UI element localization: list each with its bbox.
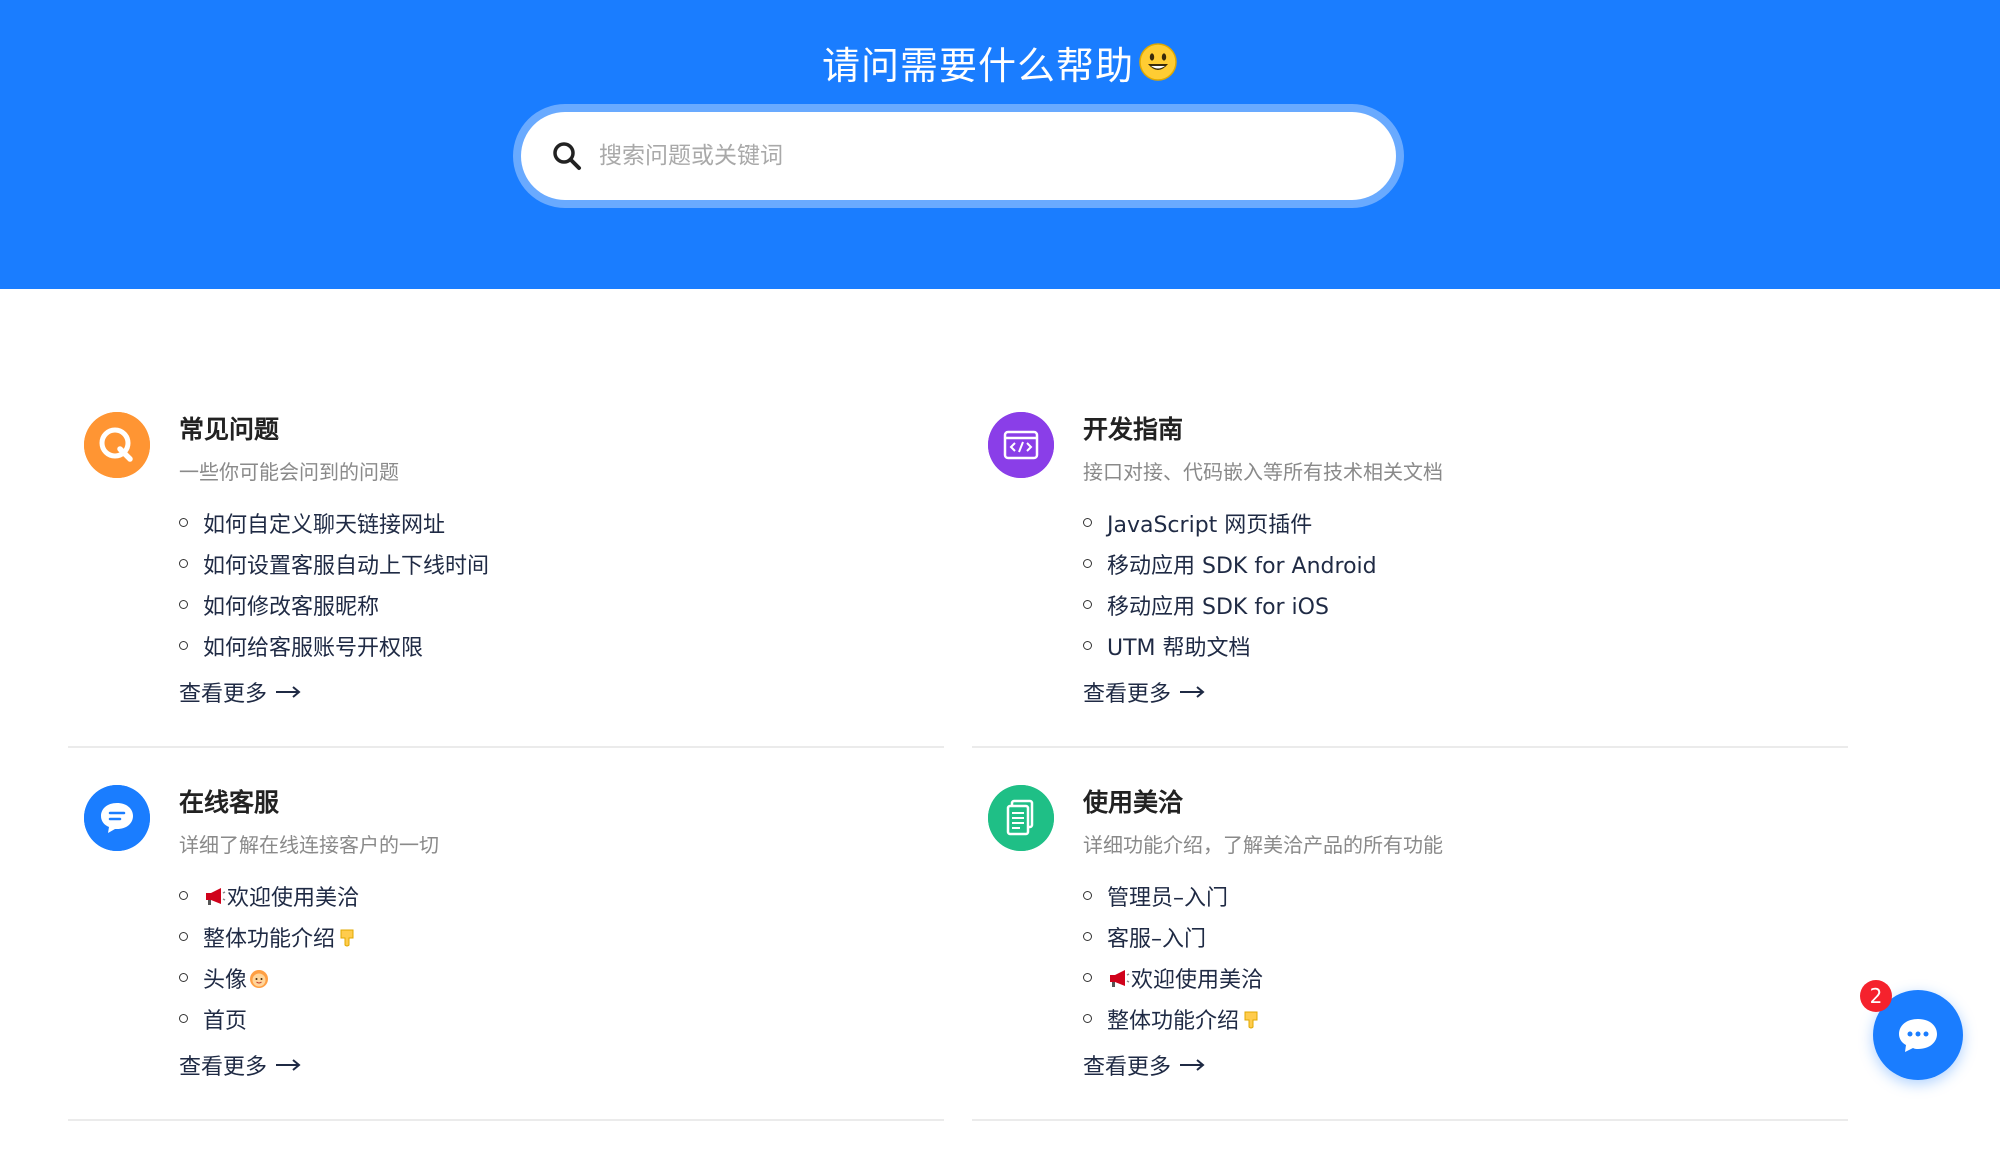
- section-title: 在线客服: [179, 788, 280, 817]
- section-dev-guide: 开发指南 接口对接、代码嵌入等所有技术相关文档 JavaScript 网页插件 …: [972, 412, 1848, 784]
- bullet: [179, 891, 188, 900]
- article-title[interactable]: 欢迎使用美洽: [227, 880, 359, 912]
- section-title: 常见问题: [179, 415, 280, 444]
- bullet: [1083, 600, 1092, 609]
- article-title[interactable]: 如何给客服账号开权限: [203, 630, 423, 662]
- article-list: 如何自定义聊天链接网址 如何设置客服自动上下线时间 如何修改客服昵称 如何给客服…: [179, 502, 489, 666]
- view-more-label[interactable]: 查看更多: [1083, 676, 1171, 708]
- article-title[interactable]: 移动应用 SDK for iOS: [1107, 589, 1329, 621]
- divider: [68, 1119, 944, 1121]
- article-link[interactable]: 头像: [179, 957, 359, 998]
- section-subtitle: 详细功能介绍，了解美洽产品的所有功能: [1083, 833, 1443, 857]
- bullet: [179, 600, 188, 609]
- article-list: 管理员–入门 客服–入门 欢迎使用美洽 整体功能介绍: [1083, 875, 1263, 1039]
- article-title[interactable]: JavaScript 网页插件: [1107, 507, 1312, 539]
- section-faq: 常见问题 一些你可能会问到的问题 如何自定义聊天链接网址 如何设置客服自动上下线…: [68, 412, 944, 784]
- megaphone-icon: [1110, 969, 1130, 987]
- article-link[interactable]: 如何给客服账号开权限: [179, 625, 489, 666]
- article-link[interactable]: 如何修改客服昵称: [179, 584, 489, 625]
- article-link[interactable]: 欢迎使用美洽: [179, 875, 359, 916]
- article-title[interactable]: 如何自定义聊天链接网址: [203, 507, 445, 539]
- search-bar[interactable]: [521, 112, 1396, 200]
- bullet: [179, 973, 188, 982]
- megaphone-icon: [206, 887, 226, 905]
- article-title[interactable]: 客服–入门: [1107, 921, 1206, 953]
- page-title-text: 请问需要什么帮助: [821, 43, 1134, 88]
- view-more-link[interactable]: 查看更多: [1083, 1049, 1205, 1081]
- view-more-label[interactable]: 查看更多: [179, 1049, 267, 1081]
- arrow-right-icon: [1180, 1059, 1205, 1071]
- article-title[interactable]: 如何设置客服自动上下线时间: [203, 548, 489, 580]
- article-link[interactable]: JavaScript 网页插件: [1083, 502, 1377, 543]
- divider: [972, 1119, 1848, 1121]
- bullet: [179, 641, 188, 650]
- q-bubble-icon: [84, 412, 150, 478]
- article-link[interactable]: 管理员–入门: [1083, 875, 1263, 916]
- bullet: [179, 559, 188, 568]
- divider: [68, 746, 944, 748]
- bullet: [1083, 891, 1092, 900]
- person-emoji-icon: [250, 969, 269, 988]
- pointing-down-icon: [1244, 1011, 1258, 1028]
- view-more-link[interactable]: 查看更多: [179, 676, 301, 708]
- pointing-down-icon: [340, 929, 354, 946]
- view-more-link[interactable]: 查看更多: [1083, 676, 1205, 708]
- code-window-icon: [988, 412, 1054, 478]
- article-title[interactable]: 管理员–入门: [1107, 880, 1228, 912]
- page-title: 请问需要什么帮助: [0, 32, 2000, 92]
- article-title[interactable]: 整体功能介绍: [1107, 1003, 1239, 1035]
- article-link[interactable]: 整体功能介绍: [1083, 998, 1263, 1039]
- section-subtitle: 一些你可能会问到的问题: [179, 460, 399, 484]
- arrow-right-icon: [276, 1059, 301, 1071]
- section-using-meiqia: 使用美洽 详细功能介绍，了解美洽产品的所有功能 管理员–入门 客服–入门 欢迎使…: [972, 785, 1848, 1157]
- article-link[interactable]: 移动应用 SDK for Android: [1083, 543, 1377, 584]
- unread-badge: 2: [1860, 980, 1892, 1012]
- section-online-service: 在线客服 详细了解在线连接客户的一切 欢迎使用美洽 整体功能介绍 头像 首页 查…: [68, 785, 944, 1157]
- article-title[interactable]: 如何修改客服昵称: [203, 589, 379, 621]
- bullet: [1083, 641, 1092, 650]
- article-link[interactable]: 如何自定义聊天链接网址: [179, 502, 489, 543]
- smiley-face-icon: [1139, 43, 1177, 81]
- bullet: [179, 518, 188, 527]
- article-title[interactable]: 头像: [203, 962, 247, 994]
- divider: [972, 746, 1848, 748]
- article-list: 欢迎使用美洽 整体功能介绍 头像 首页: [179, 875, 359, 1039]
- chat-dots-icon[interactable]: [1896, 1015, 1940, 1055]
- article-link[interactable]: 客服–入门: [1083, 916, 1263, 957]
- article-title[interactable]: 首页: [203, 1003, 247, 1035]
- search-icon[interactable]: [551, 140, 583, 172]
- article-link[interactable]: 如何设置客服自动上下线时间: [179, 543, 489, 584]
- article-link[interactable]: 首页: [179, 998, 359, 1039]
- section-subtitle: 接口对接、代码嵌入等所有技术相关文档: [1083, 460, 1443, 484]
- article-title[interactable]: 整体功能介绍: [203, 921, 335, 953]
- arrow-right-icon: [276, 686, 301, 698]
- chat-bubble-icon: [84, 785, 150, 851]
- bullet: [1083, 932, 1092, 941]
- hero-banner: 请问需要什么帮助: [0, 0, 2000, 289]
- bullet: [1083, 973, 1092, 982]
- document-icon: [988, 785, 1054, 851]
- article-list: JavaScript 网页插件 移动应用 SDK for Android 移动应…: [1083, 502, 1377, 666]
- article-link[interactable]: 欢迎使用美洽: [1083, 957, 1263, 998]
- bullet: [1083, 518, 1092, 527]
- article-title[interactable]: 欢迎使用美洽: [1131, 962, 1263, 994]
- search-input[interactable]: [597, 142, 1301, 170]
- view-more-label[interactable]: 查看更多: [1083, 1049, 1171, 1081]
- article-link[interactable]: 整体功能介绍: [179, 916, 359, 957]
- article-link[interactable]: 移动应用 SDK for iOS: [1083, 584, 1377, 625]
- section-title: 开发指南: [1083, 415, 1184, 444]
- article-title[interactable]: 移动应用 SDK for Android: [1107, 548, 1377, 580]
- bullet: [1083, 1014, 1092, 1023]
- bullet: [179, 932, 188, 941]
- section-subtitle: 详细了解在线连接客户的一切: [179, 833, 439, 857]
- article-title[interactable]: UTM 帮助文档: [1107, 630, 1251, 662]
- bullet: [179, 1014, 188, 1023]
- view-more-label[interactable]: 查看更多: [179, 676, 267, 708]
- view-more-link[interactable]: 查看更多: [179, 1049, 301, 1081]
- arrow-right-icon: [1180, 686, 1205, 698]
- search-bar-frame: [513, 104, 1404, 208]
- section-title: 使用美洽: [1083, 788, 1184, 817]
- bullet: [1083, 559, 1092, 568]
- article-link[interactable]: UTM 帮助文档: [1083, 625, 1377, 666]
